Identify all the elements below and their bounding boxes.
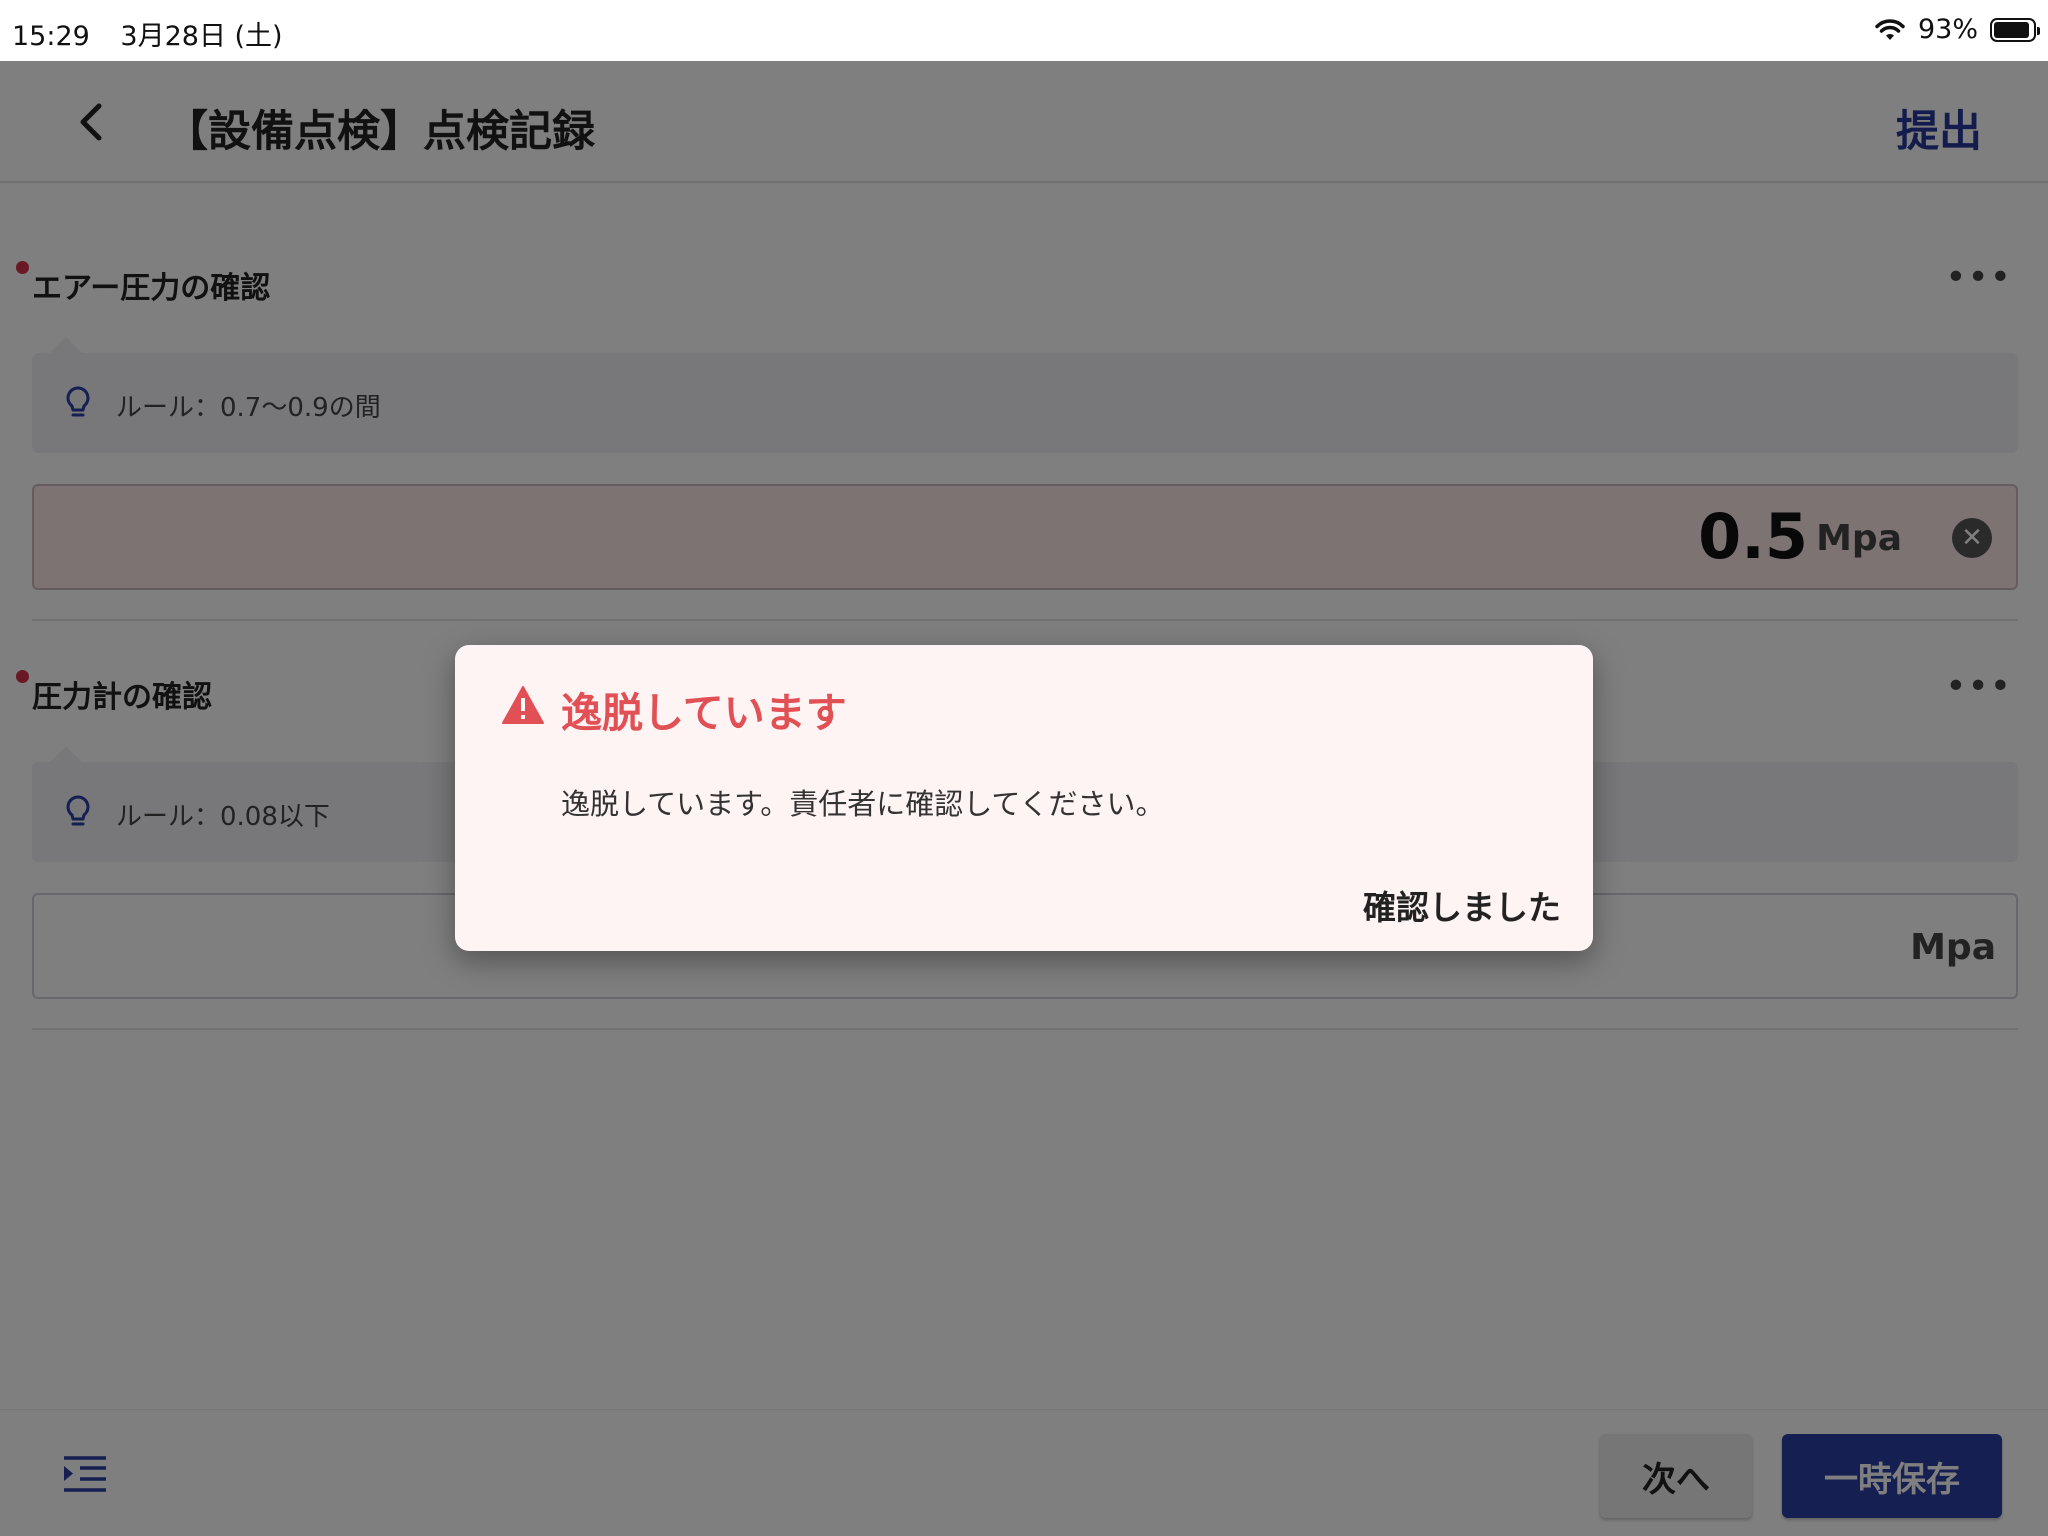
battery-icon xyxy=(1990,17,2040,42)
status-time: 15:29 xyxy=(12,21,90,52)
status-date: 3月28日 (土) xyxy=(120,21,283,52)
status-bar-right: 93% xyxy=(1874,14,2040,45)
wifi-icon xyxy=(1875,18,1905,40)
dialog-message: 逸脱しています。責任者に確認してください。 xyxy=(561,787,1165,821)
status-bar: 15:29 3月28日 (土) 93% xyxy=(0,0,2048,61)
status-bar-left: 15:29 3月28日 (土) xyxy=(12,14,305,53)
confirm-button[interactable]: 確認しました xyxy=(1363,881,1561,929)
warning-icon xyxy=(502,686,544,724)
dialog-title: 逸脱しています xyxy=(561,689,847,737)
battery-fill xyxy=(1994,21,2030,38)
battery-percent: 93% xyxy=(1917,14,1978,45)
deviation-alert-dialog: 逸脱しています 逸脱しています。責任者に確認してください。 確認しました xyxy=(455,645,1593,951)
